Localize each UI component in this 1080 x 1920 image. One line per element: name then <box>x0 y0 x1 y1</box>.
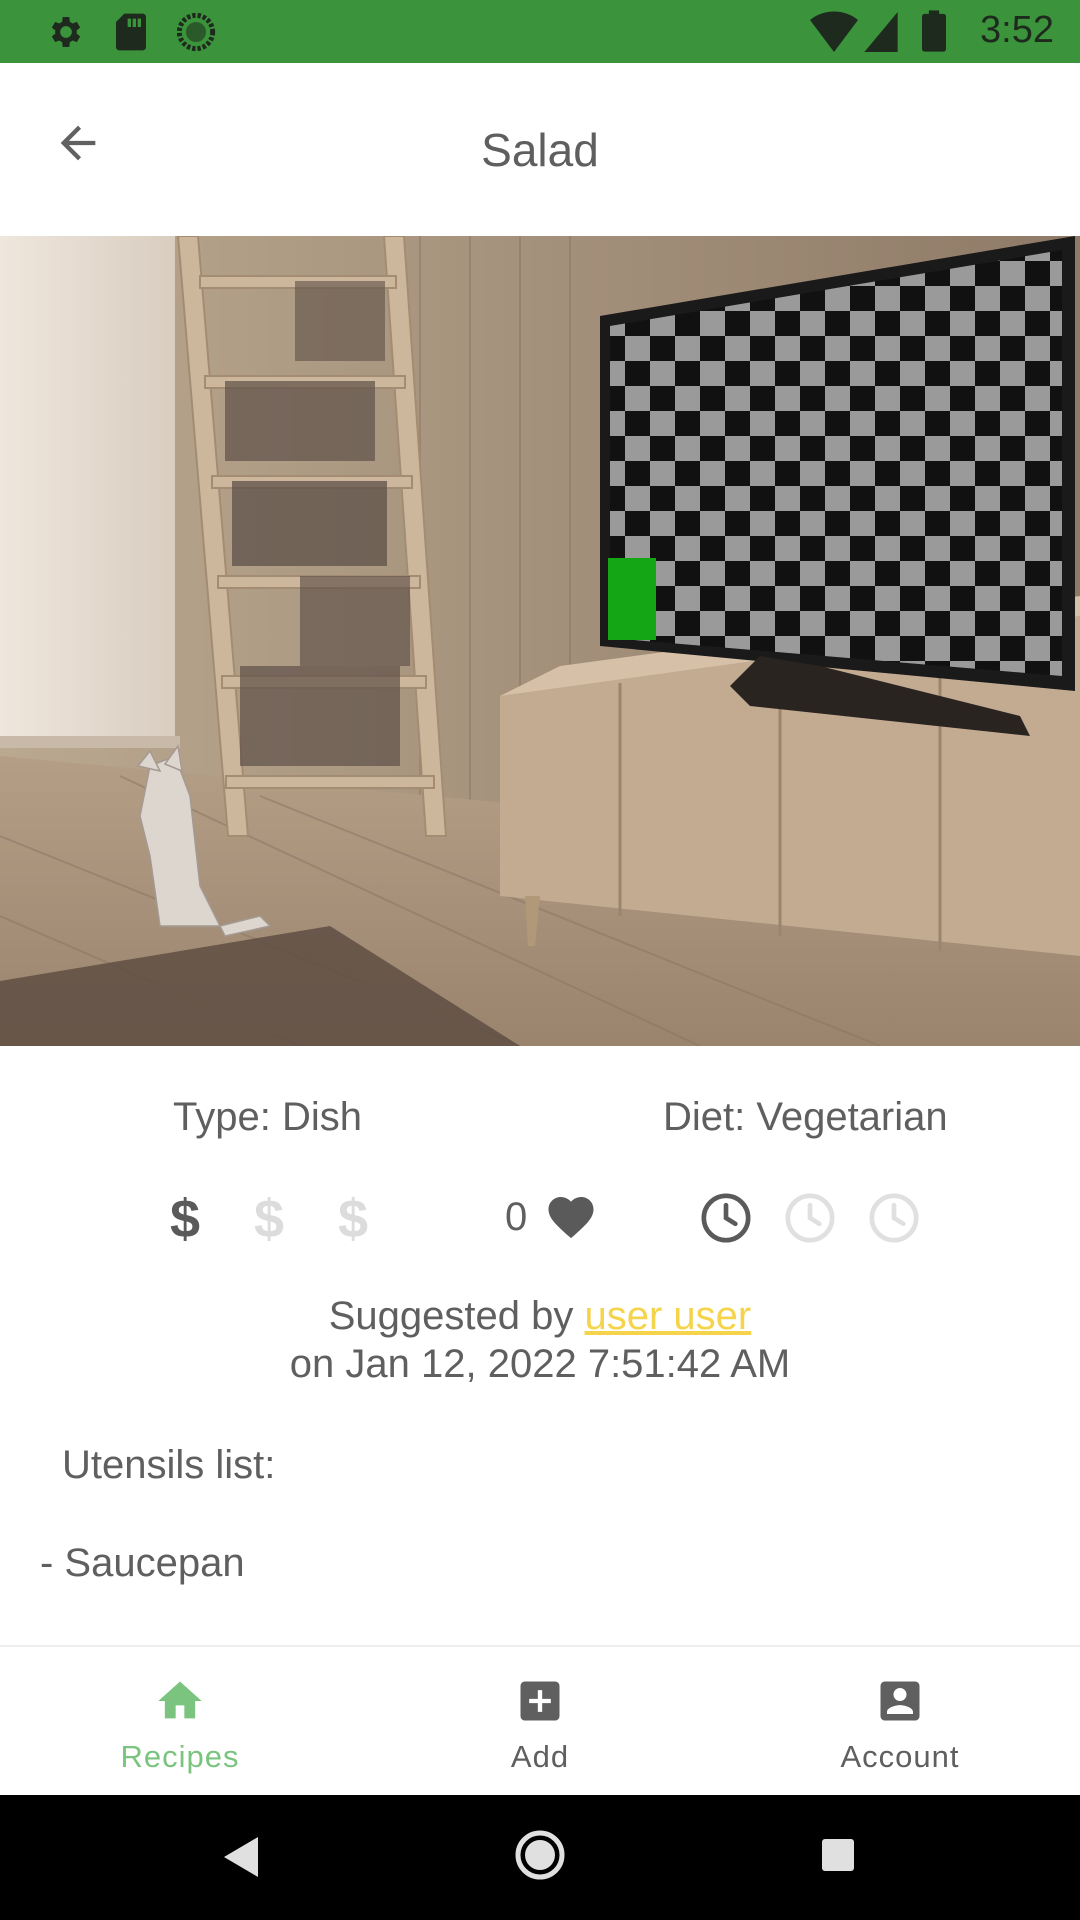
time-level-2-icon <box>782 1190 838 1251</box>
add-box-icon <box>514 1675 566 1732</box>
nav-account-label: Account <box>840 1739 960 1774</box>
signal-icon <box>864 12 898 57</box>
nav-recipes[interactable]: Recipes <box>0 1647 360 1797</box>
price-level-2: $ <box>254 1189 285 1249</box>
nav-recipes-label: Recipes <box>120 1739 240 1774</box>
recipe-diet: Diet: Vegetarian <box>663 1095 948 1139</box>
wifi-icon <box>810 10 858 57</box>
system-navigation-bar <box>0 1795 1080 1920</box>
app-bar: Salad <box>0 63 1080 236</box>
time-level-1-icon <box>698 1190 754 1251</box>
recents-square-icon[interactable] <box>820 1837 856 1878</box>
bottom-navigation: Recipes Add Account <box>0 1645 1080 1797</box>
gear-icon <box>46 12 86 57</box>
nav-account[interactable]: Account <box>720 1647 1080 1797</box>
status-time: 3:52 <box>980 9 1054 51</box>
sd-card-icon <box>114 12 148 57</box>
suggested-by: Suggested by user user on Jan 12, 2022 7… <box>0 1292 1080 1388</box>
suggested-line: Suggested by user user <box>0 1292 1080 1340</box>
recipe-image <box>0 236 1080 1046</box>
suggested-prefix: Suggested by <box>328 1294 585 1338</box>
utensils-title: Utensils list: <box>62 1443 276 1487</box>
nav-add[interactable]: Add <box>360 1647 720 1797</box>
author-link[interactable]: user user <box>585 1294 752 1338</box>
status-bar: 3:52 <box>0 0 1080 63</box>
utensil-item: - Saucepan <box>40 1541 245 1585</box>
price-level-3: $ <box>338 1189 369 1249</box>
price-level-1: $ <box>170 1189 201 1249</box>
suggested-date: on Jan 12, 2022 7:51:42 AM <box>289 1342 791 1386</box>
heart-icon[interactable] <box>544 1190 598 1245</box>
page-title: Salad <box>481 124 599 176</box>
time-level-3-icon <box>866 1190 922 1251</box>
account-box-icon <box>874 1675 926 1732</box>
battery-icon <box>922 10 946 57</box>
home-icon <box>154 1675 206 1732</box>
back-triangle-icon[interactable] <box>222 1835 262 1884</box>
sync-circle-icon <box>176 12 216 57</box>
likes-count: 0 <box>505 1195 528 1239</box>
nav-add-label: Add <box>510 1739 570 1774</box>
recipe-type: Type: Dish <box>173 1095 362 1139</box>
home-circle-icon[interactable] <box>514 1829 566 1886</box>
